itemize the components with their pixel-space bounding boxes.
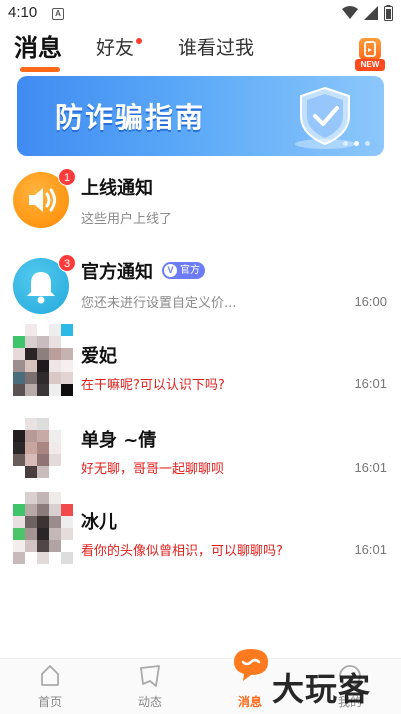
tab-friends[interactable]: 好友 [96, 30, 134, 66]
official-badge: V 官方 [162, 262, 205, 279]
video-call-new-button[interactable]: NEW [355, 38, 385, 72]
avatar: 1 [13, 168, 76, 228]
signal-icon [364, 6, 378, 20]
feed-icon [140, 665, 160, 687]
contact-name: 冰儿 [81, 512, 117, 533]
video-phone-icon [359, 38, 381, 60]
tab-messages[interactable]: 消息 [14, 30, 62, 66]
avatar: 3 [13, 254, 76, 314]
status-time: 4:10 [8, 4, 38, 21]
message-time: 16:01 [354, 460, 387, 475]
contact-name: 官方通知 [81, 262, 153, 283]
message-icon [234, 649, 268, 681]
list-item-chat[interactable]: 单身 ~倩 好无聊，哥哥一起聊聊呗 16:01 [0, 408, 401, 492]
notification-a-icon: A [52, 8, 64, 20]
list-item-online-notice[interactable]: 1 上线通知 这些用户上线了 [0, 164, 401, 248]
friends-unread-dot [136, 38, 142, 44]
banner-title: 防诈骗指南 [55, 101, 206, 134]
status-icons [342, 5, 393, 21]
nav-home[interactable]: 首页 [10, 659, 90, 714]
unread-count-badge: 3 [58, 254, 76, 272]
nav-feed-label: 动态 [137, 695, 162, 709]
home-icon [41, 665, 59, 686]
banner-pager [343, 141, 370, 146]
status-bar: 4:10 A [0, 0, 401, 28]
message-preview: 好无聊，哥哥一起聊聊呗 [81, 462, 225, 477]
message-time: 16:01 [354, 376, 387, 391]
top-tabs: 消息 好友 谁看过我 [0, 30, 401, 74]
message-time: 16:01 [354, 542, 387, 557]
active-tab-indicator [20, 67, 60, 72]
message-preview: 看你的头像似曾相识，可以聊聊吗? [81, 544, 283, 559]
battery-icon [384, 5, 393, 21]
tab-who-viewed-me[interactable]: 谁看过我 [178, 30, 254, 66]
contact-name: 爱妃 [81, 346, 117, 367]
contact-name: 单身 ~倩 [81, 430, 157, 451]
nav-home-label: 首页 [37, 695, 62, 709]
watermark: 大玩客 [272, 670, 372, 708]
anti-fraud-banner[interactable]: 防诈骗指南 [17, 76, 384, 156]
unread-count-badge: 1 [58, 168, 76, 186]
message-preview: 在干嘛呢?可以认识下吗? [81, 378, 225, 393]
list-item-chat[interactable]: 冰儿 看你的头像似曾相识，可以聊聊吗? 16:01 [0, 490, 401, 574]
avatar [13, 324, 73, 396]
contact-name: 上线通知 [81, 178, 153, 199]
list-item-chat[interactable]: 爱妃 在干嘛呢?可以认识下吗? 16:01 [0, 322, 401, 406]
verified-icon: V [164, 264, 177, 277]
message-time: 16:00 [354, 294, 387, 309]
message-preview: 您还未进行设置自定义价... [81, 296, 237, 311]
new-tag: NEW [355, 59, 385, 71]
wifi-icon [342, 6, 358, 19]
avatar [13, 492, 73, 564]
avatar [13, 418, 73, 478]
message-preview: 这些用户上线了 [81, 212, 173, 227]
nav-feed[interactable]: 动态 [110, 659, 190, 714]
